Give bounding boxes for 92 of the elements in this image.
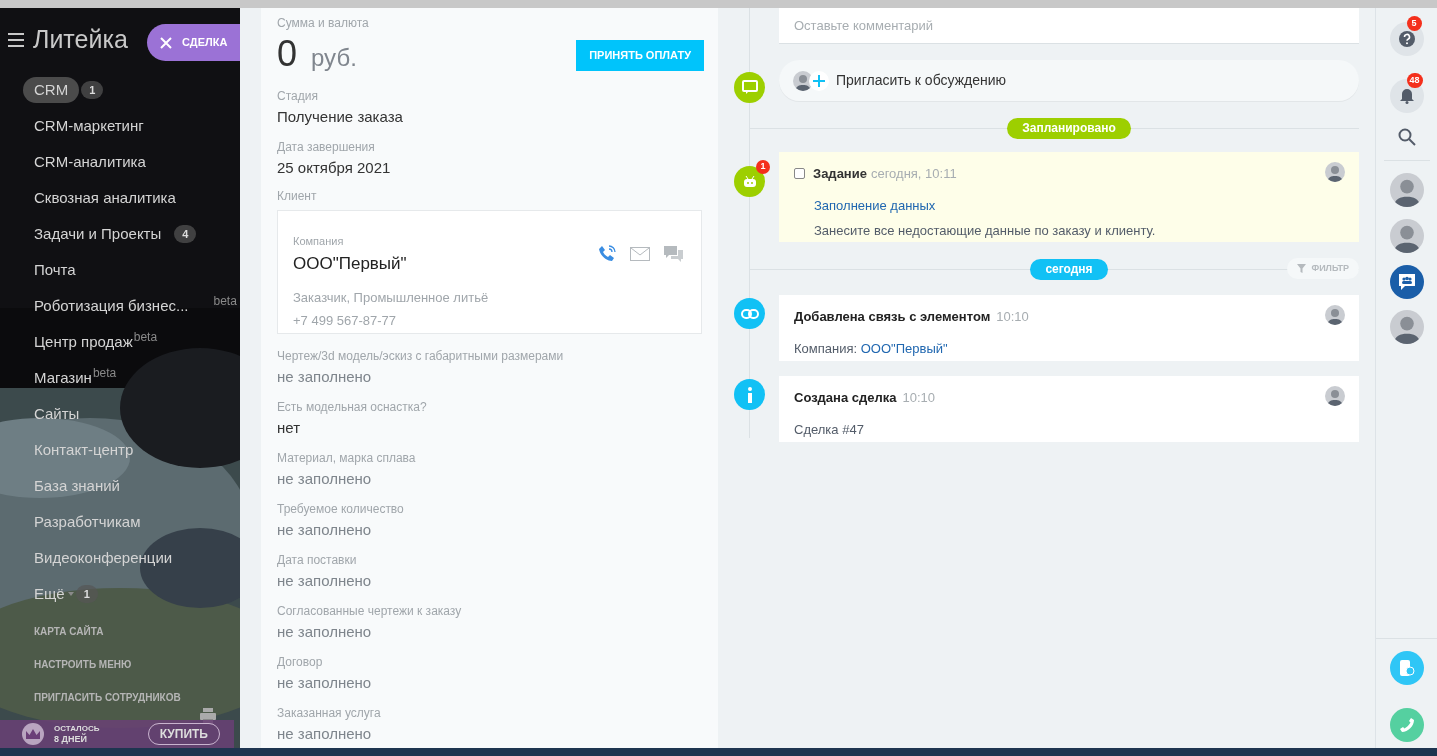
beta-label: beta bbox=[133, 329, 158, 346]
field-label: Требуемое количество bbox=[277, 501, 405, 517]
field-label: Чертеж/3d модель/эскиз с габаритными размерами bbox=[277, 348, 565, 364]
menu-item[interactable]: Сайты bbox=[23, 402, 91, 426]
field-label: Договор bbox=[277, 654, 324, 670]
menu-item[interactable]: Видеоконференции bbox=[23, 546, 184, 570]
task-link[interactable]: Заполнение данных bbox=[814, 195, 936, 215]
info-icon bbox=[734, 379, 765, 410]
task-time: сегодня, 10:11 bbox=[870, 165, 957, 183]
group-chat-icon[interactable] bbox=[1389, 265, 1424, 299]
mail-icon[interactable] bbox=[630, 247, 650, 261]
client-phone: +7 499 567-87-77 bbox=[293, 311, 397, 330]
field-value: не заполнено bbox=[277, 520, 373, 540]
mobile-icon[interactable] bbox=[1389, 651, 1424, 685]
invite-text: Пригласить к обсуждению bbox=[836, 71, 1007, 90]
menu-item[interactable]: Почта bbox=[23, 258, 87, 282]
bell-icon bbox=[1399, 88, 1414, 104]
search-icon[interactable] bbox=[1397, 128, 1416, 146]
task-count-badge: 1 bbox=[756, 160, 770, 174]
footer-link[interactable]: ПРИГЛАСИТЬ СОТРУДНИКОВ bbox=[34, 690, 240, 705]
event-text: Компания: bbox=[794, 339, 859, 358]
menu-item[interactable]: Задачи и Проекты bbox=[23, 222, 173, 246]
menu-item[interactable]: CRM-маркетинг bbox=[23, 114, 155, 138]
client-details: Заказчик, Промышленное литьё bbox=[293, 289, 490, 307]
menu-icon[interactable] bbox=[8, 33, 24, 47]
field-label: Есть модельная оснастка? bbox=[277, 399, 428, 415]
phone-icon[interactable] bbox=[598, 245, 616, 263]
add-icon[interactable] bbox=[809, 70, 829, 91]
event-time: 10:10 bbox=[996, 308, 1029, 326]
avatar[interactable] bbox=[1389, 173, 1424, 207]
phone-icon[interactable] bbox=[1389, 708, 1424, 742]
field-value: не заполнено bbox=[277, 724, 373, 744]
field-label: Клиент bbox=[277, 188, 318, 204]
amount-value: 0 bbox=[277, 34, 298, 74]
menu-item[interactable]: Роботизация бизнес... bbox=[23, 294, 200, 318]
client-name[interactable]: ООО"Первый" bbox=[293, 250, 686, 276]
beta-label: beta bbox=[92, 365, 117, 382]
field-value: Получение заказа bbox=[277, 107, 404, 127]
task-checkbox[interactable] bbox=[794, 168, 805, 180]
close-deal-button[interactable]: СДЕЛКА bbox=[147, 24, 240, 61]
event-title: Добавлена связь с элементом bbox=[794, 308, 991, 326]
avatar[interactable] bbox=[1389, 219, 1424, 253]
field-value: нет bbox=[277, 418, 301, 438]
trial-label: ОСТАЛОСЬ bbox=[54, 723, 100, 733]
company-link[interactable]: ООО"Первый" bbox=[860, 338, 948, 358]
event-time: 10:10 bbox=[902, 389, 936, 407]
field-label: Стадия bbox=[277, 88, 319, 104]
avatar bbox=[1325, 386, 1345, 406]
field-value: не заполнено bbox=[277, 469, 373, 489]
menu-item[interactable]: Разработчикам bbox=[23, 510, 152, 534]
avatar bbox=[1325, 162, 1345, 182]
event-text: Сделка #47 bbox=[794, 420, 865, 439]
beta-label: beta bbox=[213, 293, 237, 310]
task-description: Занесите все недостающие данные по заказу и клиенту. bbox=[814, 222, 1157, 240]
close-icon[interactable] bbox=[160, 36, 172, 49]
avatar bbox=[1325, 305, 1345, 325]
planned-label: Запланировано bbox=[1007, 117, 1131, 139]
task-title: Задание bbox=[813, 165, 867, 183]
help-icon bbox=[1398, 31, 1415, 47]
client-type-label: Компания bbox=[293, 234, 345, 249]
field-label: Материал, марка сплава bbox=[277, 450, 417, 466]
filter-icon[interactable] bbox=[1297, 264, 1307, 273]
event-title: Создана сделка bbox=[794, 389, 897, 407]
bell-button[interactable] bbox=[1389, 79, 1424, 113]
field-value: не заполнено bbox=[277, 367, 373, 387]
field-label: Согласованные чертежи к заказу bbox=[277, 603, 463, 619]
crown-icon bbox=[22, 723, 44, 745]
avatar bbox=[793, 70, 813, 91]
comment-icon bbox=[734, 72, 765, 103]
field-value: не заполнено bbox=[277, 622, 373, 642]
footer-link[interactable]: КАРТА САЙТА bbox=[34, 624, 240, 639]
field-label: Дата поставки bbox=[277, 552, 358, 568]
menu-item[interactable]: Сквозная аналитика bbox=[23, 186, 187, 210]
help-button[interactable] bbox=[1389, 22, 1424, 56]
avatar[interactable] bbox=[1389, 310, 1424, 344]
menu-item[interactable]: Ещё bbox=[23, 582, 76, 606]
field-value: не заполнено bbox=[277, 673, 373, 693]
caret-icon[interactable] bbox=[67, 592, 74, 596]
footer-link[interactable]: НАСТРОИТЬ МЕНЮ bbox=[34, 657, 240, 672]
field-value: 25 октября 2021 bbox=[277, 158, 392, 178]
field-label: Дата завершения bbox=[277, 139, 376, 155]
field-value: не заполнено bbox=[277, 571, 373, 591]
today-label: сегодня bbox=[1030, 258, 1108, 280]
currency-label: руб. bbox=[311, 43, 357, 73]
days-left: 8 ДНЕЙ bbox=[54, 734, 88, 745]
field-label: Сумма и валюта bbox=[277, 15, 370, 32]
logo-title[interactable]: Литейка bbox=[33, 21, 128, 59]
menu-item[interactable]: CRM-аналитика bbox=[23, 150, 157, 174]
invite-pill[interactable]: Пригласить к обсуждению bbox=[779, 60, 1359, 101]
link-icon bbox=[734, 298, 765, 329]
field-label: Заказанная услуга bbox=[277, 705, 382, 721]
chat-icon[interactable] bbox=[664, 245, 683, 263]
